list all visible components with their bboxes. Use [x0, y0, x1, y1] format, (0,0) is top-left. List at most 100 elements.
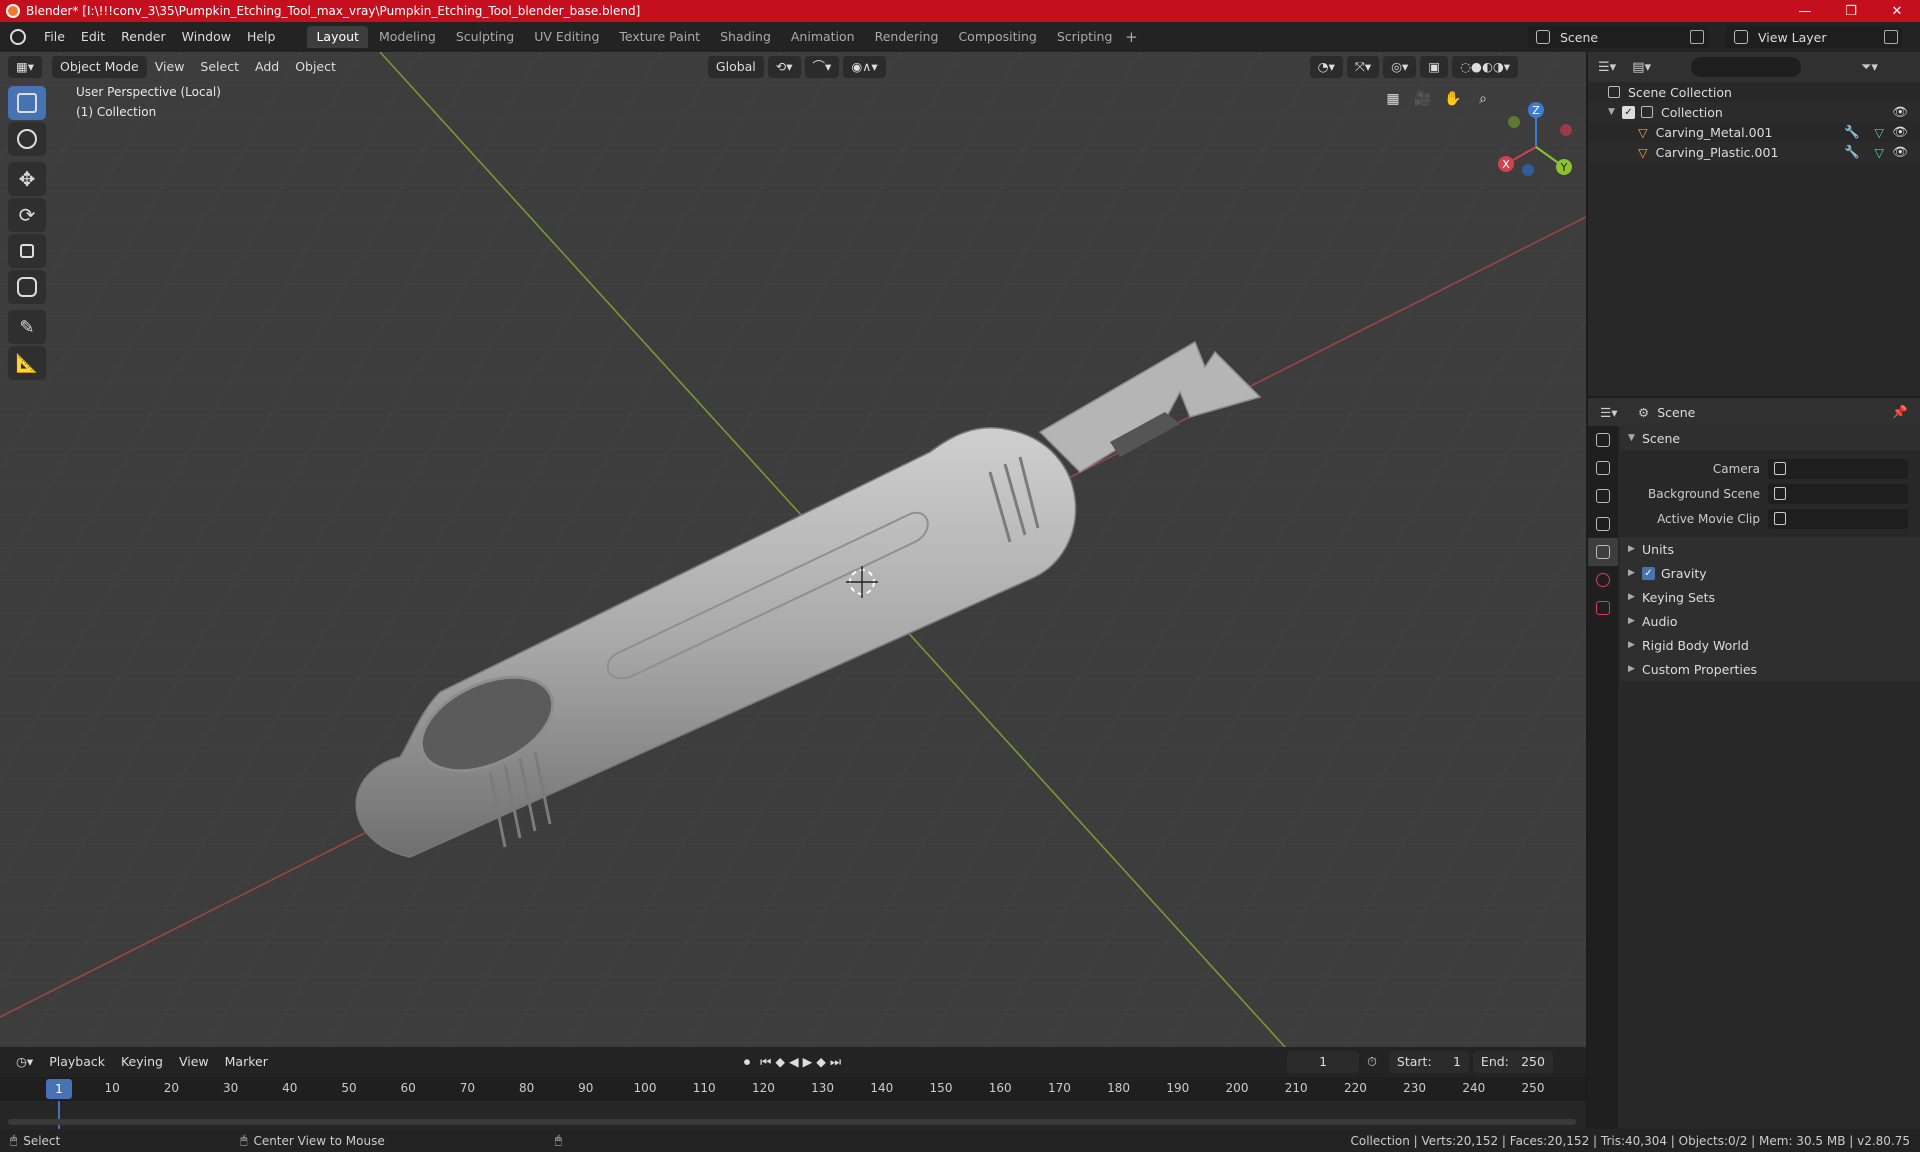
view-layer-selector[interactable]: View Layer — [1726, 26, 1902, 48]
eye-icon[interactable]: 👁 — [1892, 124, 1908, 140]
gravity-checkbox[interactable]: ✓ — [1642, 566, 1655, 580]
maximize-button[interactable]: ❐ — [1828, 0, 1874, 22]
measure-tool[interactable]: 📐 — [8, 346, 46, 380]
new-view-layer-icon[interactable] — [1884, 30, 1898, 44]
scene-panel-header[interactable]: ▼ Scene — [1620, 426, 1920, 450]
mesh-data-icon[interactable]: ▽ — [1874, 145, 1884, 160]
timeline-ruler[interactable]: 1 10 20 30 40 50 60 70 80 90 100 110 120 130 140 150 16… — [0, 1077, 1586, 1101]
rotate-tool[interactable]: ⟳ — [8, 198, 46, 232]
navigation-gizmo[interactable]: Z X Y — [1486, 92, 1586, 202]
jump-start-icon[interactable]: ⏮ — [758, 1051, 773, 1073]
cursor-tool[interactable] — [8, 122, 46, 156]
world-tab[interactable] — [1588, 566, 1618, 594]
menu-keying[interactable]: Keying — [113, 1051, 171, 1073]
menu-timeline-view[interactable]: View — [171, 1051, 217, 1073]
move-tool[interactable]: ✥ — [8, 162, 46, 196]
minimize-button[interactable]: — — [1782, 0, 1828, 22]
camera-view-icon[interactable]: 🎥 — [1410, 86, 1436, 112]
stopwatch-icon[interactable]: ⏱ — [1359, 1051, 1385, 1073]
3d-viewport[interactable]: ▦▾ Object Mode View Select Add Object Gl… — [0, 52, 1586, 1047]
jump-end-icon[interactable]: ⏭ — [828, 1051, 843, 1073]
pan-hand-icon[interactable]: ✋ — [1440, 86, 1466, 112]
outliner-object-plastic[interactable]: ▽ Carving_Plastic.001 🔧 ▽ 👁 — [1588, 142, 1920, 162]
menu-help[interactable]: Help — [239, 26, 284, 48]
current-frame-field[interactable]: 1 — [1287, 1051, 1360, 1073]
modifier-wrench-icon[interactable]: 🔧 — [1844, 124, 1860, 140]
close-button[interactable]: ✕ — [1874, 0, 1920, 22]
pivot-point-icon[interactable]: ⟲▾ — [767, 56, 801, 78]
shading-modes-icon[interactable]: ◌●◐◑▾ — [1452, 56, 1519, 78]
start-frame-field[interactable]: Start: 1 — [1388, 1051, 1469, 1073]
object-mode-dropdown[interactable]: Object Mode — [52, 56, 147, 78]
camera-input[interactable] — [1768, 458, 1908, 479]
menu-playback[interactable]: Playback — [41, 1051, 113, 1073]
next-keyframe-icon[interactable]: ◆ — [814, 1051, 828, 1073]
menu-marker[interactable]: Marker — [217, 1051, 276, 1073]
mesh-data-icon[interactable]: ▽ — [1874, 125, 1884, 140]
prev-keyframe-icon[interactable]: ◆ — [773, 1051, 787, 1073]
record-icon[interactable]: ⏺ — [736, 1051, 758, 1073]
render-tab[interactable] — [1588, 454, 1618, 482]
active-movie-clip-input[interactable] — [1768, 508, 1908, 529]
tab-texture-paint[interactable]: Texture Paint — [610, 26, 709, 48]
properties-editor-icon[interactable]: ☰▾ — [1600, 405, 1617, 420]
editor-type-icon[interactable]: ▦▾ — [8, 56, 42, 78]
annotate-tool[interactable]: ✎ — [8, 310, 46, 344]
transform-orientation-dropdown[interactable]: Global — [707, 56, 764, 78]
scene-tab[interactable] — [1588, 538, 1618, 566]
texture-tab[interactable] — [1588, 594, 1618, 622]
tab-animation[interactable]: Animation — [782, 26, 864, 48]
modifier-wrench-icon[interactable]: 🔧 — [1844, 144, 1860, 160]
scene-selector[interactable]: Scene — [1528, 26, 1708, 48]
menu-file[interactable]: File — [36, 26, 73, 48]
proportional-edit-icon[interactable]: ◉∧▾ — [843, 56, 886, 78]
scale-tool[interactable] — [8, 234, 46, 268]
gravity-panel[interactable]: ▶ ✓ Gravity — [1620, 561, 1920, 585]
menu-window[interactable]: Window — [174, 26, 239, 48]
tab-scripting[interactable]: Scripting — [1048, 26, 1122, 48]
custom-properties-panel[interactable]: ▶ Custom Properties — [1620, 657, 1920, 681]
menu-view[interactable]: View — [147, 56, 193, 78]
outliner-editor-icon[interactable]: ☰▾ — [1598, 60, 1616, 75]
blender-logo-icon[interactable] — [10, 29, 26, 45]
add-workspace-button[interactable]: + — [1121, 28, 1141, 46]
chevron-down-icon[interactable]: ▼ — [1608, 107, 1618, 117]
menu-render[interactable]: Render — [113, 26, 174, 48]
gizmo-toggle-icon[interactable]: ⤧▾ — [1346, 56, 1380, 78]
pin-icon[interactable]: 📌 — [1892, 404, 1908, 420]
outliner-object-metal[interactable]: ▽ Carving_Metal.001 🔧 ▽ 👁 — [1588, 122, 1920, 142]
audio-panel[interactable]: ▶ Audio — [1620, 609, 1920, 633]
tab-compositing[interactable]: Compositing — [949, 26, 1045, 48]
keying-sets-panel[interactable]: ▶ Keying Sets — [1620, 585, 1920, 609]
xray-icon[interactable]: ▣ — [1420, 56, 1449, 78]
outliner-scene-collection[interactable]: Scene Collection — [1588, 82, 1920, 102]
timeline-scrollbar[interactable] — [8, 1119, 1576, 1125]
transform-tool[interactable] — [8, 270, 46, 304]
tab-layout[interactable]: Layout — [307, 26, 368, 48]
tab-uv-editing[interactable]: UV Editing — [525, 26, 608, 48]
tab-rendering[interactable]: Rendering — [866, 26, 948, 48]
play-icon[interactable]: ▶ — [801, 1051, 815, 1073]
tab-sculpting[interactable]: Sculpting — [447, 26, 523, 48]
filter-icon[interactable]: ⏷▾ — [1861, 60, 1878, 75]
tab-shading[interactable]: Shading — [711, 26, 780, 48]
overlays-icon[interactable]: ◎▾ — [1383, 56, 1417, 78]
rigid-body-world-panel[interactable]: ▶ Rigid Body World — [1620, 633, 1920, 657]
select-box-tool[interactable] — [8, 86, 46, 120]
output-tab[interactable] — [1588, 482, 1618, 510]
outliner-search-input[interactable] — [1691, 57, 1801, 77]
current-frame-indicator[interactable]: 1 — [46, 1079, 72, 1099]
tab-modeling[interactable]: Modeling — [370, 26, 445, 48]
eye-icon[interactable]: 👁 — [1892, 144, 1908, 160]
visibility-icon[interactable]: ◔▾ — [1309, 56, 1343, 78]
collection-checkbox[interactable]: ✓ — [1622, 105, 1635, 119]
timeline-editor-icon[interactable]: ◷▾ — [8, 1051, 41, 1073]
menu-add[interactable]: Add — [247, 56, 287, 78]
end-frame-field[interactable]: End: 250 — [1472, 1051, 1553, 1073]
units-panel[interactable]: ▶ Units — [1620, 537, 1920, 561]
timeline-track[interactable] — [0, 1101, 1586, 1129]
view-layer-tab[interactable] — [1588, 510, 1618, 538]
background-scene-input[interactable] — [1768, 483, 1908, 504]
eye-icon[interactable]: 👁 — [1892, 104, 1908, 120]
menu-edit[interactable]: Edit — [73, 26, 113, 48]
